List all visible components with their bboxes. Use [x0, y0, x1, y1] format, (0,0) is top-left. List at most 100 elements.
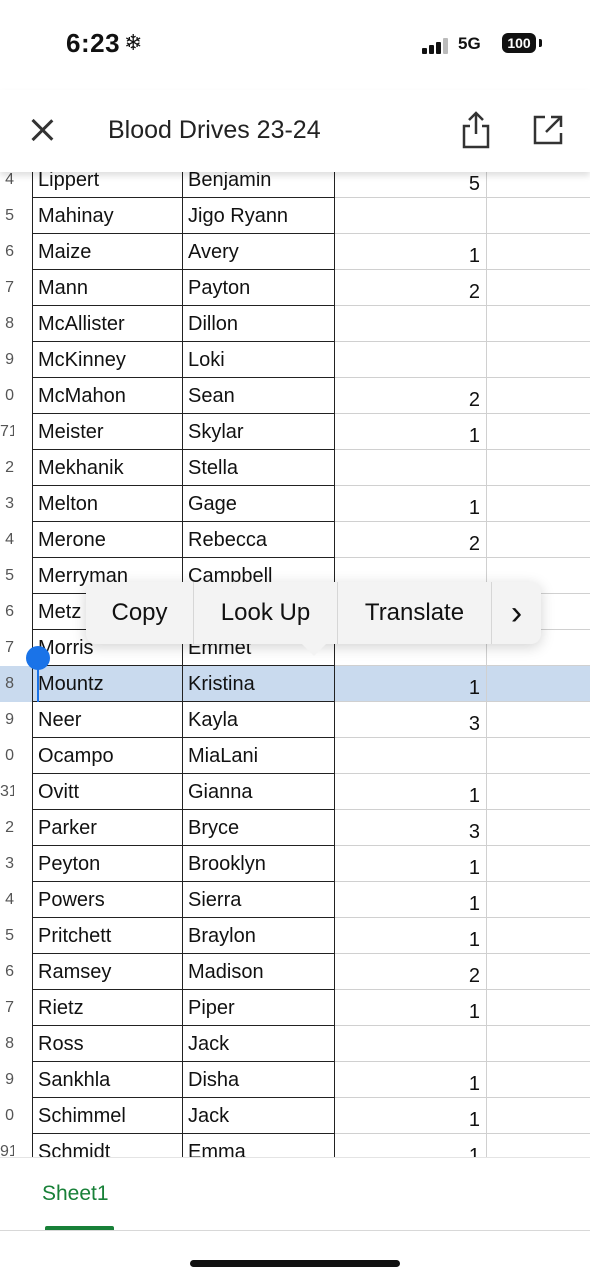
table-row[interactable]: 5 Mahinay Jigo Ryann	[0, 198, 590, 234]
cell-first-name[interactable]: Jack	[183, 1098, 335, 1134]
cell-count[interactable]	[335, 198, 487, 234]
cell-first-name[interactable]: Gage	[183, 486, 335, 522]
cell-last-name[interactable]: Maize	[32, 234, 183, 270]
cell-last-name[interactable]: Schmidt	[32, 1134, 183, 1157]
cell-first-name[interactable]: Bryce	[183, 810, 335, 846]
cell-last-name[interactable]: Melton	[32, 486, 183, 522]
cell-empty[interactable]	[487, 486, 590, 522]
cell-empty[interactable]	[487, 414, 590, 450]
cell-first-name[interactable]: Brooklyn	[183, 846, 335, 882]
cell-first-name[interactable]: Sierra	[183, 882, 335, 918]
cell-count[interactable]	[335, 450, 487, 486]
cell-empty[interactable]	[487, 306, 590, 342]
menu-copy[interactable]: Copy	[86, 582, 193, 644]
cell-first-name[interactable]: Kristina	[183, 666, 335, 702]
table-row[interactable]: 9 Sankhla Disha 1	[0, 1062, 590, 1098]
cell-empty[interactable]	[487, 918, 590, 954]
cell-first-name[interactable]: Avery	[183, 234, 335, 270]
cell-empty[interactable]	[487, 1026, 590, 1062]
cell-first-name[interactable]: Gianna	[183, 774, 335, 810]
cell-first-name[interactable]: Disha	[183, 1062, 335, 1098]
cell-last-name[interactable]: Merone	[32, 522, 183, 558]
cell-first-name[interactable]: Braylon	[183, 918, 335, 954]
table-row[interactable]: 9 Neer Kayla 3	[0, 702, 590, 738]
cell-last-name[interactable]: Mekhanik	[32, 450, 183, 486]
cell-last-name[interactable]: Ramsey	[32, 954, 183, 990]
cell-count[interactable]: 3	[335, 810, 487, 846]
cell-last-name[interactable]: Mahinay	[32, 198, 183, 234]
cell-empty[interactable]	[487, 270, 590, 306]
table-row[interactable]: 3 Peyton Brooklyn 1	[0, 846, 590, 882]
cell-empty[interactable]	[487, 1098, 590, 1134]
cell-last-name[interactable]: Ross	[32, 1026, 183, 1062]
cell-count[interactable]	[335, 1026, 487, 1062]
table-row[interactable]: 5 Pritchett Braylon 1	[0, 918, 590, 954]
cell-count[interactable]	[335, 342, 487, 378]
table-row[interactable]: 0 Ocampo MiaLani	[0, 738, 590, 774]
cell-first-name[interactable]: Jack	[183, 1026, 335, 1062]
table-row[interactable]: 8 Ross Jack	[0, 1026, 590, 1062]
cell-last-name[interactable]: Sankhla	[32, 1062, 183, 1098]
cell-count[interactable]: 2	[335, 954, 487, 990]
cell-first-name[interactable]: Stella	[183, 450, 335, 486]
cell-empty[interactable]	[487, 342, 590, 378]
cell-count[interactable]: 1	[335, 486, 487, 522]
cell-empty[interactable]	[487, 378, 590, 414]
cell-first-name[interactable]: Jigo Ryann	[183, 198, 335, 234]
cell-first-name[interactable]: Madison	[183, 954, 335, 990]
cell-empty[interactable]	[487, 846, 590, 882]
cell-last-name[interactable]: Meister	[32, 414, 183, 450]
menu-more-chevron-icon[interactable]: ›	[492, 582, 541, 644]
cell-empty[interactable]	[487, 738, 590, 774]
cell-count[interactable]: 2	[335, 270, 487, 306]
cell-empty[interactable]	[487, 702, 590, 738]
cell-last-name[interactable]: McMahon	[32, 378, 183, 414]
cell-last-name[interactable]: Pritchett	[32, 918, 183, 954]
table-row[interactable]: 7 Rietz Piper 1	[0, 990, 590, 1026]
cell-count[interactable]: 1	[335, 990, 487, 1026]
cell-last-name[interactable]: Parker	[32, 810, 183, 846]
table-row[interactable]: 9 McKinney Loki	[0, 342, 590, 378]
cell-first-name[interactable]: Piper	[183, 990, 335, 1026]
table-row[interactable]: 6 Maize Avery 1	[0, 234, 590, 270]
cell-last-name[interactable]: Peyton	[32, 846, 183, 882]
cell-count[interactable]: 1	[335, 1062, 487, 1098]
cell-count[interactable]	[335, 738, 487, 774]
table-row[interactable]: 8 McAllister Dillon	[0, 306, 590, 342]
close-icon[interactable]	[24, 112, 60, 148]
cell-first-name[interactable]: Skylar	[183, 414, 335, 450]
table-row[interactable]: 8 Mountz Kristina 1	[0, 666, 590, 702]
cell-count[interactable]: 1	[335, 918, 487, 954]
cell-last-name[interactable]: Mann	[32, 270, 183, 306]
cell-empty[interactable]	[487, 198, 590, 234]
cell-count[interactable]: 1	[335, 414, 487, 450]
cell-empty[interactable]	[487, 954, 590, 990]
cell-first-name[interactable]: Emma	[183, 1134, 335, 1157]
cell-last-name[interactable]: Neer	[32, 702, 183, 738]
table-row[interactable]: 4 Powers Sierra 1	[0, 882, 590, 918]
home-indicator[interactable]	[190, 1260, 400, 1267]
cell-count[interactable]: 2	[335, 522, 487, 558]
cell-empty[interactable]	[487, 1062, 590, 1098]
table-row[interactable]: 71 Meister Skylar 1	[0, 414, 590, 450]
cell-count[interactable]: 1	[335, 1134, 487, 1157]
cell-count[interactable]: 1	[335, 1098, 487, 1134]
cell-empty[interactable]	[487, 810, 590, 846]
cell-count[interactable]: 1	[335, 774, 487, 810]
cell-last-name[interactable]: Rietz	[32, 990, 183, 1026]
cell-last-name[interactable]: Ovitt	[32, 774, 183, 810]
cell-first-name[interactable]: Kayla	[183, 702, 335, 738]
spreadsheet-grid[interactable]: 4 Lippert Benjamin 5 5 Mahinay Jigo Ryann 6 Maiz…	[0, 162, 590, 1157]
cell-empty[interactable]	[487, 990, 590, 1026]
menu-translate[interactable]: Translate	[338, 582, 491, 644]
table-row[interactable]: 2 Mekhanik Stella	[0, 450, 590, 486]
cell-first-name[interactable]: Dillon	[183, 306, 335, 342]
cell-empty[interactable]	[487, 666, 590, 702]
cell-count[interactable]: 1	[335, 666, 487, 702]
table-row[interactable]: 6 Ramsey Madison 2	[0, 954, 590, 990]
table-row[interactable]: 2 Parker Bryce 3	[0, 810, 590, 846]
cell-empty[interactable]	[487, 450, 590, 486]
table-row[interactable]: 0 Schimmel Jack 1	[0, 1098, 590, 1134]
table-row[interactable]: 7 Mann Payton 2	[0, 270, 590, 306]
cell-count[interactable]: 3	[335, 702, 487, 738]
